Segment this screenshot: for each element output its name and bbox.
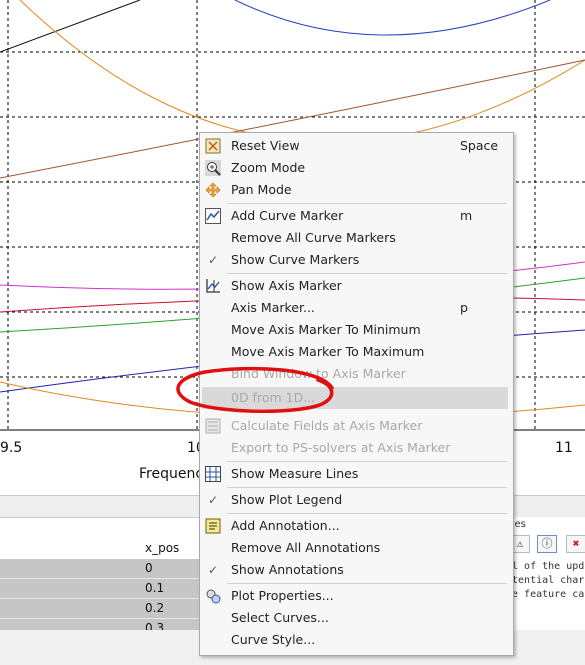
- menu-item-label: Curve Style...: [231, 632, 316, 647]
- menu-item-label: Show Plot Legend: [231, 492, 343, 507]
- menu-item-label: Reset View: [231, 138, 300, 153]
- checkmark-icon: ✓: [207, 563, 219, 577]
- menu-item-pan-mode[interactable]: Pan Mode: [200, 179, 513, 201]
- menu-item-remove-all-curve-markers[interactable]: Remove All Curve Markers: [200, 227, 513, 249]
- menu-item-label: Pan Mode: [231, 182, 292, 197]
- menu-item-plot-properties[interactable]: Plot Properties...: [200, 585, 513, 607]
- curve-orange-upper: [19, 0, 585, 143]
- menu-item-label: Remove All Curve Markers: [231, 230, 396, 245]
- menu-item-label: Export to PS-solvers at Axis Marker: [231, 440, 451, 455]
- checkmark-icon: ✓: [207, 253, 219, 267]
- menu-item-label: Axis Marker...: [231, 300, 315, 315]
- menu-item-reset-view[interactable]: Reset View Space: [200, 135, 513, 157]
- menu-item-add-annotation[interactable]: Add Annotation...: [200, 515, 513, 537]
- error-filter-icon[interactable]: ✖: [566, 535, 585, 553]
- annotation-icon: [205, 518, 221, 534]
- menu-item-add-curve-marker[interactable]: Add Curve Marker m: [200, 205, 513, 227]
- table-row[interactable]: 0.1: [0, 579, 210, 599]
- measure-lines-icon: [205, 466, 221, 482]
- message-line: ll of the upd: [506, 561, 585, 572]
- table-row[interactable]: 0.2: [0, 599, 210, 619]
- axis-marker-icon: [205, 278, 221, 294]
- menu-item-remove-all-annotations[interactable]: Remove All Annotations: [200, 537, 513, 559]
- message-line: he feature ca: [506, 589, 585, 600]
- menu-item-label: Add Annotation...: [231, 518, 340, 533]
- reset-view-icon: [205, 138, 221, 154]
- menu-separator: [227, 583, 507, 584]
- menu-item-label: 0D from 1D...: [231, 390, 316, 405]
- x-tick-label: 9.5: [0, 440, 23, 456]
- table-column-header[interactable]: x_pos: [145, 541, 179, 555]
- menu-item-show-measure-lines[interactable]: Show Measure Lines: [200, 463, 513, 485]
- menu-separator: [227, 487, 507, 488]
- menu-separator: [227, 273, 507, 274]
- menu-item-label: Bind Window to Axis Marker: [231, 366, 406, 381]
- menu-item-0d-from-1d[interactable]: 0D from 1D...: [202, 387, 508, 409]
- checkmark-icon: ✓: [207, 493, 219, 507]
- menu-item-label: Show Curve Markers: [231, 252, 360, 267]
- menu-item-export-to-ps-solvers[interactable]: Export to PS-solvers at Axis Marker: [200, 437, 513, 459]
- menu-item-label: Show Annotations: [231, 562, 344, 577]
- menu-item-label: Zoom Mode: [231, 160, 306, 175]
- menu-shortcut: Space: [460, 138, 499, 153]
- menu-item-show-axis-marker[interactable]: Show Axis Marker: [200, 275, 513, 297]
- pan-icon: [205, 182, 221, 198]
- menu-item-calculate-fields-at-axis-marker[interactable]: Calculate Fields at Axis Marker: [200, 415, 513, 437]
- menu-item-label: Add Curve Marker: [231, 208, 344, 223]
- menu-item-bind-window-to-axis-marker[interactable]: Bind Window to Axis Marker: [200, 363, 513, 385]
- menu-item-label: Remove All Annotations: [231, 540, 381, 555]
- calculate-fields-icon: [205, 418, 221, 434]
- menu-item-move-axis-marker-to-minimum[interactable]: Move Axis Marker To Minimum: [200, 319, 513, 341]
- menu-separator: [227, 513, 507, 514]
- x-axis-label: Frequenc: [139, 466, 204, 482]
- info-filter-icon[interactable]: ⓘ: [537, 535, 557, 553]
- menu-item-zoom-mode[interactable]: Zoom Mode: [200, 157, 513, 179]
- curve-blue-arc: [234, 0, 551, 36]
- menu-item-show-annotations[interactable]: ✓ Show Annotations: [200, 559, 513, 581]
- plot-properties-icon: [205, 588, 221, 604]
- table-row[interactable]: 0: [0, 559, 210, 579]
- message-line: otential char: [506, 575, 585, 586]
- menu-item-label: Show Measure Lines: [231, 466, 359, 481]
- x-tick-label: 11: [555, 440, 573, 456]
- context-menu: Reset View Space Zoom Mode Pan Mode Add …: [199, 132, 514, 656]
- menu-separator: [227, 461, 507, 462]
- menu-item-curve-style[interactable]: Curve Style...: [200, 629, 513, 651]
- menu-item-show-curve-markers[interactable]: ✓ Show Curve Markers: [200, 249, 513, 271]
- menu-shortcut: m: [460, 208, 473, 223]
- menu-item-label: Calculate Fields at Axis Marker: [231, 418, 423, 433]
- menu-item-label: Plot Properties...: [231, 588, 334, 603]
- table-cell: 0.1: [145, 581, 165, 595]
- menu-separator: [227, 203, 507, 204]
- menu-item-label: Move Axis Marker To Maximum: [231, 344, 425, 359]
- menu-item-label: Show Axis Marker: [231, 278, 342, 293]
- menu-item-axis-marker[interactable]: Axis Marker... p: [200, 297, 513, 319]
- curve-marker-icon: [205, 208, 221, 224]
- zoom-icon: [205, 160, 221, 176]
- menu-item-move-axis-marker-to-maximum[interactable]: Move Axis Marker To Maximum: [200, 341, 513, 363]
- menu-item-select-curves[interactable]: Select Curves...: [200, 607, 513, 629]
- menu-shortcut: p: [460, 300, 468, 315]
- table-cell: 0: [145, 561, 153, 575]
- menu-item-label: Select Curves...: [231, 610, 329, 625]
- menu-item-label: Move Axis Marker To Minimum: [231, 322, 421, 337]
- table-cell: 0.2: [145, 601, 165, 615]
- menu-item-show-plot-legend[interactable]: ✓ Show Plot Legend: [200, 489, 513, 511]
